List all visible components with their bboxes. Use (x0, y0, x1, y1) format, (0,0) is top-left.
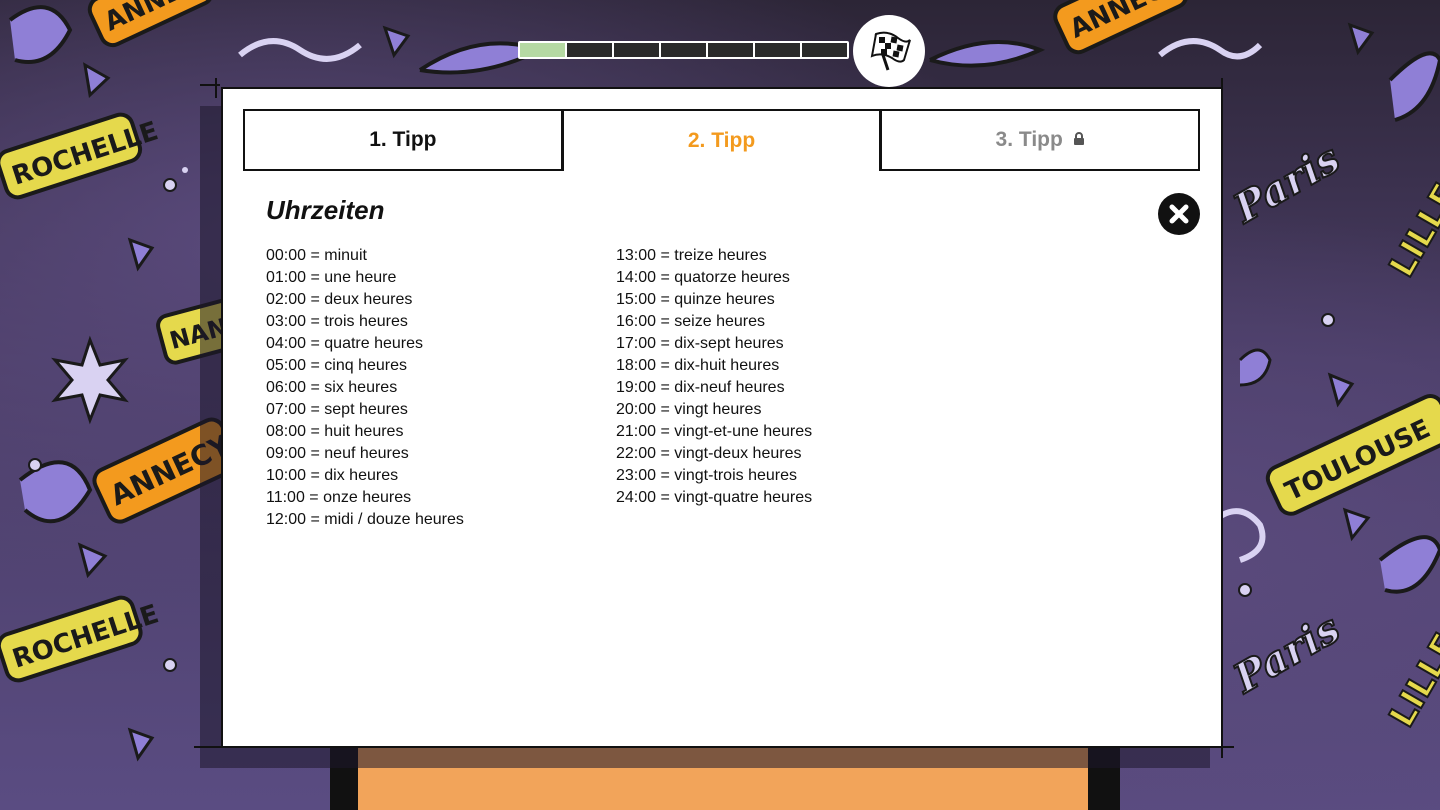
progress-segment (614, 43, 659, 57)
panel-frame-line (215, 78, 217, 98)
time-list-item: 00:00 = minuit (266, 247, 367, 264)
time-list-item: 16:00 = seize heures (616, 313, 765, 330)
progress-segment (661, 43, 706, 57)
panel-frame-line (1221, 78, 1223, 758)
time-list-item: 01:00 = une heure (266, 269, 397, 286)
time-list-item: 14:00 = quatorze heures (616, 269, 790, 286)
progress-segment (802, 43, 847, 57)
time-list-item: 21:00 = vingt-et-une heures (616, 423, 813, 440)
progress-segment (708, 43, 753, 57)
close-button[interactable] (1158, 193, 1200, 235)
progress-segment (567, 43, 612, 57)
time-list-item: 11:00 = onze heures (266, 489, 412, 506)
time-list-item: 09:00 = neuf heures (266, 445, 409, 462)
time-list-item: 19:00 = dix-neuf heures (616, 379, 785, 396)
time-list-item: 10:00 = dix heures (266, 467, 399, 484)
time-list-item: 15:00 = quinze heures (616, 291, 775, 308)
tab-hint-3[interactable]: 3. Tipp (880, 109, 1201, 171)
time-list-item: 12:00 = midi / douze heures (266, 511, 464, 528)
panel-frame-line (200, 84, 220, 86)
time-list-item: 13:00 = treize heures (616, 247, 767, 264)
progress-segment-done (520, 43, 565, 57)
tab-label: 3. Tipp (995, 128, 1063, 151)
svg-text:Paris: Paris (1225, 605, 1348, 703)
time-list-item: 07:00 = sept heures (266, 401, 408, 418)
panel-frame-line (194, 746, 1234, 748)
tab-hint-1[interactable]: 1. Tipp (243, 109, 563, 171)
time-list-right: 13:00 = treize heures 14:00 = quatorze he… (616, 245, 812, 509)
svg-text:LILLE: LILLE (1382, 177, 1440, 284)
time-list-item: 03:00 = trois heures (266, 313, 408, 330)
time-list-item: 23:00 = vingt-trois heures (616, 467, 797, 484)
checkered-flag-icon (853, 15, 925, 87)
svg-text:LILLE: LILLE (1382, 627, 1440, 734)
tab-label: 2. Tipp (687, 129, 756, 152)
tab-label: 1. Tipp (369, 128, 437, 151)
time-list-item: 06:00 = six heures (266, 379, 398, 396)
time-list-item: 08:00 = huit heures (266, 423, 404, 440)
time-list-item: 24:00 = vingt-quatre heures (616, 489, 813, 506)
lock-icon (1073, 128, 1085, 152)
hint-title: Uhrzeiten (266, 195, 385, 225)
tab-hint-2[interactable]: 2. Tipp (561, 109, 882, 171)
time-list-item: 20:00 = vingt heures (616, 401, 762, 418)
progress-segment (755, 43, 800, 57)
time-list-item: 05:00 = cinq heures (266, 357, 407, 374)
level-progress-bar (518, 41, 849, 59)
time-list-left: 00:00 = minuit 01:00 = une heure 02:00 = d… (266, 245, 464, 531)
time-list-item: 02:00 = deux heures (266, 291, 413, 308)
time-list-item: 04:00 = quatre heures (266, 335, 424, 352)
time-list-item: 17:00 = dix-sept heures (616, 335, 784, 352)
svg-text:Paris: Paris (1225, 135, 1348, 233)
hint-tabs: 1. Tipp 2. Tipp 3. Tipp (243, 109, 1201, 171)
time-list-item: 22:00 = vingt-deux heures (616, 445, 802, 462)
close-icon (1169, 204, 1189, 224)
time-list-item: 18:00 = dix-huit heures (616, 357, 780, 374)
